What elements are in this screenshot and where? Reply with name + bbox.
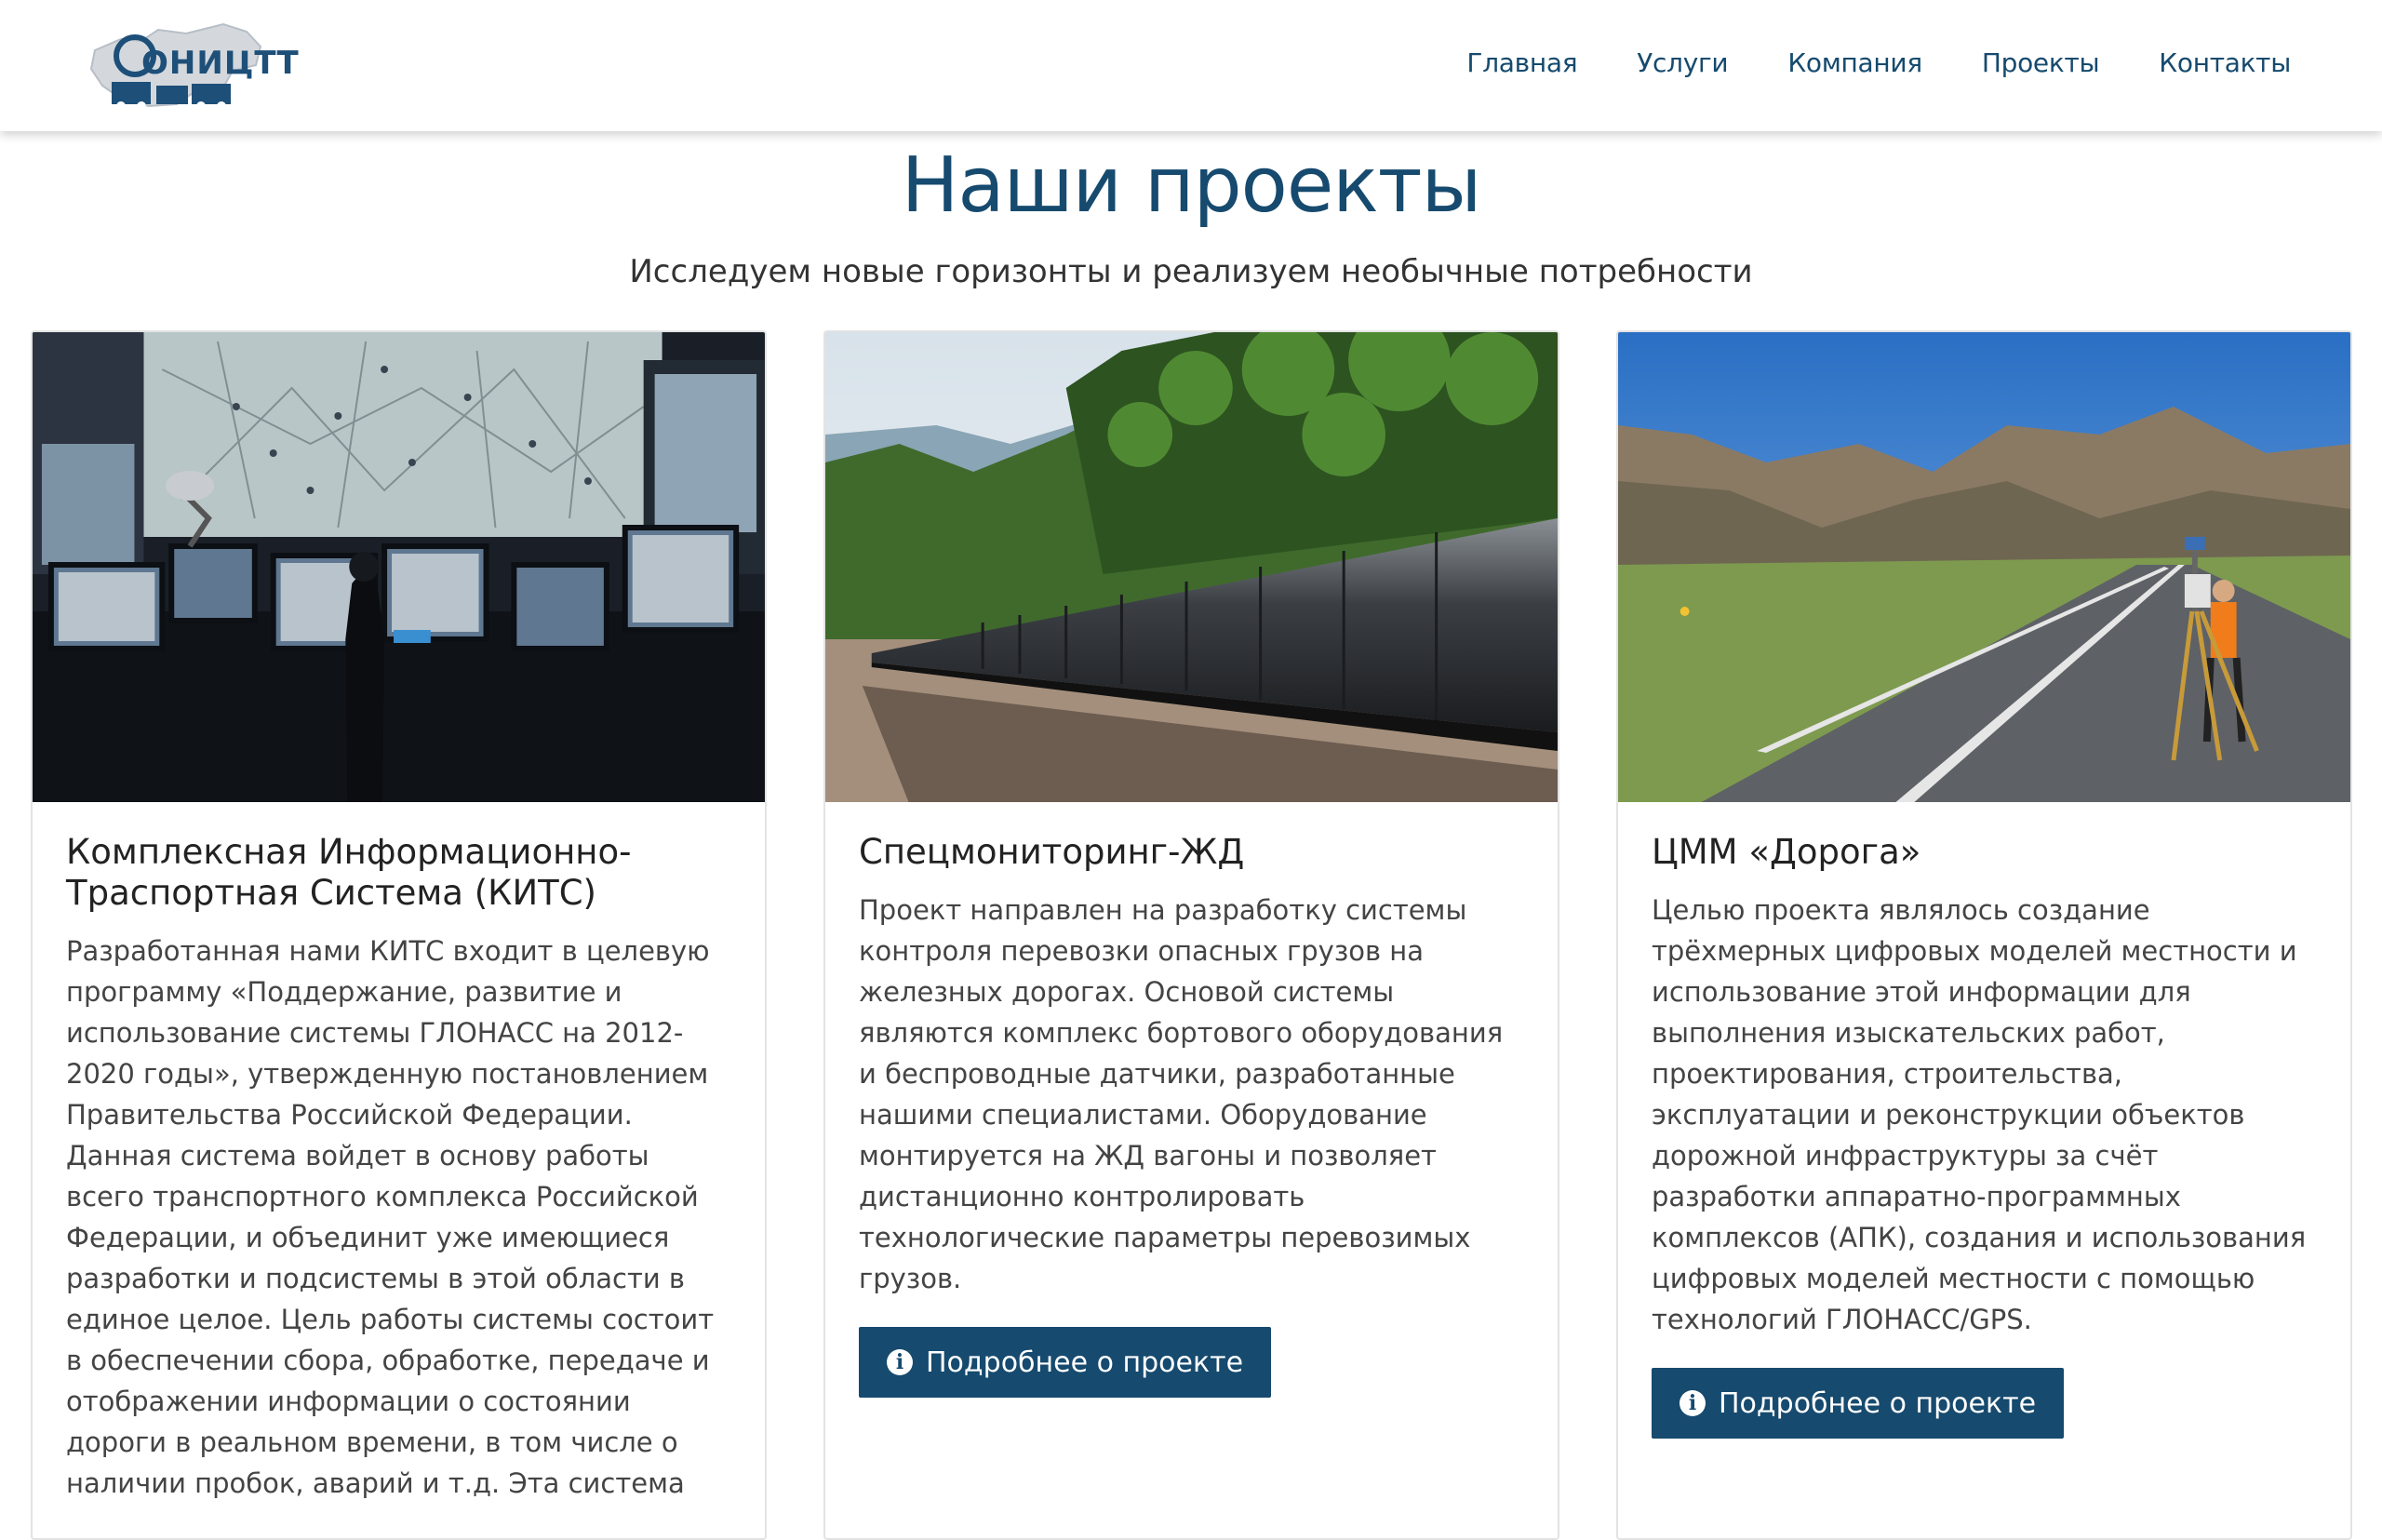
project-card-rail: Спецмониторинг-ЖД Проект направлен на ра… (823, 330, 1559, 1540)
info-circle-icon: i (887, 1349, 913, 1375)
nav-company[interactable]: Компания (1758, 45, 1952, 82)
tank-train-photo (825, 332, 1558, 802)
project-details-button[interactable]: i Подробнее о проекте (859, 1327, 1272, 1398)
project-description: Целью проекта являлось создание трёхмерн… (1652, 894, 2307, 1335)
project-details-button[interactable]: i Подробнее о проекте (1652, 1368, 2065, 1439)
page-title: Наши проекты (901, 141, 1482, 230)
main-nav: Главная Услуги Компания Проекты Контакты (1437, 45, 2321, 82)
info-circle-icon: i (1679, 1390, 1706, 1416)
nav-services[interactable]: Услуги (1607, 45, 1758, 82)
project-title: Комплексная Информационно-Траспортная Си… (66, 832, 632, 913)
project-title: Спецмониторинг-ЖД (859, 832, 1245, 872)
logo-link[interactable]: ОНИЦТТ (84, 13, 299, 123)
nav-contacts[interactable]: Контакты (2129, 45, 2321, 82)
project-description: Проект направлен на разработку системы к… (859, 894, 1504, 1294)
logo-text: ОНИЦТТ (141, 45, 300, 82)
project-card-kits: Комплексная Информационно-Траспортная Си… (31, 330, 767, 1540)
page-subtitle: Исследуем новые горизонты и реализуем не… (629, 253, 1753, 290)
control-room-photo (33, 332, 765, 802)
navbar: ОНИЦТТ Главная Услуги Компания Проекты К… (0, 0, 2382, 131)
project-card-road: ЦММ «Дорога» Целью проекта являлось созд… (1616, 330, 2352, 1540)
project-description: Разработанная нами КИТС входит в целевую… (66, 935, 715, 1499)
road-survey-photo (1618, 332, 2350, 802)
project-title: ЦММ «Дорога» (1652, 832, 1921, 872)
project-details-label: Подробнее о проекте (926, 1346, 1244, 1379)
nav-projects[interactable]: Проекты (1952, 45, 2129, 82)
project-details-label: Подробнее о проекте (1719, 1386, 2037, 1420)
nav-home[interactable]: Главная (1437, 45, 1607, 82)
